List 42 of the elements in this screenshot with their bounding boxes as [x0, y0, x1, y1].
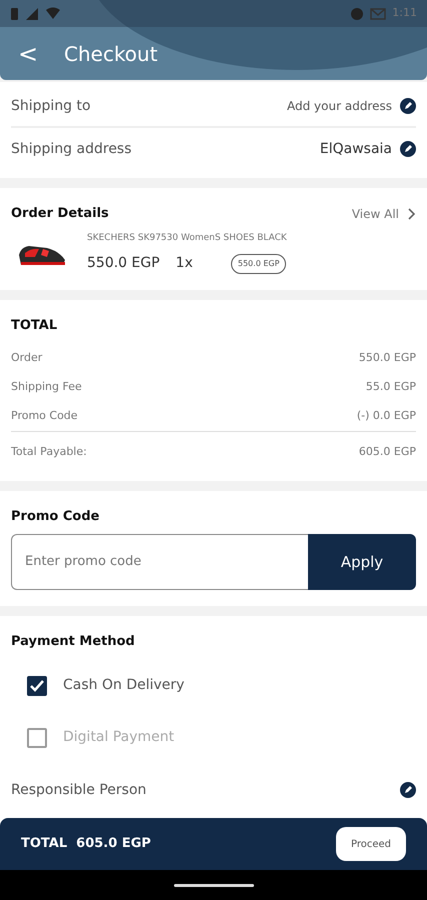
promo-code-field[interactable]: Enter promo code	[11, 534, 308, 590]
apply-button[interactable]: Apply	[308, 534, 416, 590]
address-link[interactable]: Add your address	[287, 97, 392, 115]
page-title: Checkout	[64, 40, 158, 68]
wifi-icon	[45, 7, 61, 20]
checkbox[interactable]	[27, 676, 47, 696]
total-amount: TOTAL 605.0 EGP	[21, 835, 151, 854]
section-title: TOTAL	[11, 317, 58, 335]
total-label: Shipping Fee	[11, 378, 82, 395]
total-value: 55.0 EGP	[366, 378, 416, 395]
section-title: Promo Code	[11, 508, 100, 526]
payment-option-label: Cash On Delivery	[63, 676, 184, 695]
edit-icon[interactable]	[400, 98, 416, 114]
mail-icon	[370, 6, 386, 20]
edit-icon[interactable]	[400, 141, 416, 157]
address-value: ElQawsaia	[320, 140, 392, 158]
total-value: 605.0 EGP	[358, 444, 416, 460]
status-time: 1:11	[392, 5, 417, 22]
responsible-person-label: Responsible Person	[11, 780, 146, 800]
product-name: SKECHERS SK97530 WomenS SHOES BLACK	[87, 232, 288, 244]
total-label: Total Payable:	[11, 444, 87, 460]
product-price: 550.0 EGP	[87, 254, 160, 273]
home-indicator[interactable]	[174, 884, 254, 886]
shipping-label: Shipping address	[11, 140, 132, 158]
section-title: Order Details	[11, 205, 109, 223]
view-all-link[interactable]: View All	[352, 204, 399, 223]
shipping-label: Shipping to	[11, 96, 91, 116]
chevron-right-icon[interactable]	[407, 208, 416, 220]
payment-option-label: Digital Payment	[63, 728, 174, 747]
proceed-button[interactable]: Proceed	[336, 827, 406, 861]
edit-icon[interactable]	[400, 782, 416, 798]
checkbox[interactable]	[27, 728, 47, 748]
product-total: 550.0 EGP	[230, 254, 286, 274]
battery-icon	[10, 6, 19, 20]
signal-icon	[25, 6, 39, 20]
product-quantity: 1x	[176, 254, 193, 273]
total-label: Order	[11, 350, 42, 366]
total-label: Promo Code	[11, 408, 78, 424]
back-button[interactable]: <	[14, 36, 50, 72]
section-title: Payment Method	[11, 633, 136, 651]
total-value: 550.0 EGP	[358, 350, 416, 366]
total-value: (-) 0.0 EGP	[356, 408, 416, 424]
